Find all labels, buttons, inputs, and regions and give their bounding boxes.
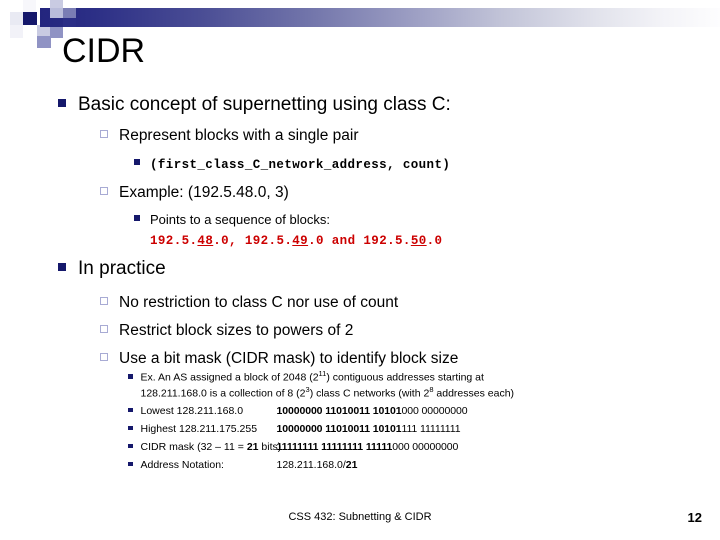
bullet-hollow-square-icon <box>100 187 108 195</box>
detail-row-highest: Highest 128.211.175.255 10000000 11010011… <box>128 423 514 435</box>
list-item-label: No restriction to class C nor use of cou… <box>119 294 399 311</box>
bullet-hollow-square-icon <box>100 130 108 138</box>
deco-square <box>37 36 51 48</box>
in-practice-list: No restriction to class C nor use of cou… <box>100 292 458 369</box>
footer-course-label: CSS 432: Subnetting & CIDR <box>288 511 432 523</box>
bullet-square-icon <box>58 99 66 107</box>
detail-row-cidr-mask: CIDR mask (32 – 11 = 21 bits)11111111 11… <box>128 441 514 453</box>
cidr-mask-bit-count: 21 <box>246 441 259 454</box>
lowest-address-label: Lowest 128.211.168.0 <box>140 405 244 418</box>
highest-address-label: Highest 128.211.175.255 <box>140 423 258 436</box>
list-item: Restrict block sizes to powers of 2 <box>100 320 458 341</box>
deco-square-overlay <box>50 8 63 18</box>
deco-square-overlay <box>63 18 76 27</box>
bullet-square-icon <box>128 425 133 431</box>
slide-footer: CSS 432: Subnetting & CIDR 12 <box>0 510 720 531</box>
example-text-line2-a: 128.211.168.0 is a collection of 8 (2 <box>140 387 306 400</box>
bullet-hollow-square-icon <box>100 297 108 305</box>
bullet-represent-blocks: Represent blocks with a single pair <box>100 125 359 146</box>
cidr-mask-label-a: CIDR mask (32 – 11 = <box>140 441 247 454</box>
cidr-example-details: Ex. An AS assigned a block of 2048 (211)… <box>128 368 514 477</box>
bullet-in-practice-label: In practice <box>78 258 166 279</box>
highest-bits-prefix: 10000000 11010011 10101 <box>276 423 402 436</box>
example-code-part1-post: .0, <box>213 234 245 248</box>
example-detail-row: Points to a sequence of blocks: <box>134 211 442 229</box>
address-notation-label: Address Notation: <box>140 459 224 472</box>
footer-page-number: 12 <box>687 510 702 525</box>
detail-row-lowest: Lowest 128.211.168.0 10000000 11010011 10… <box>128 405 514 417</box>
example-text-line2-b: ) class C networks (with 2 <box>309 387 430 400</box>
address-notation-prefix-length: 21 <box>345 459 358 472</box>
cidr-mask-bits-prefix: 11111111 11111111 11111 <box>276 441 393 454</box>
detail-row-example: Ex. An AS assigned a block of 2048 (211)… <box>128 368 514 384</box>
example-text-line2-c: addresses each) <box>433 387 515 400</box>
header-gradient-bar <box>40 8 720 27</box>
bullet-square-icon <box>128 374 133 379</box>
example-detail-label: Points to a sequence of blocks: <box>150 212 330 227</box>
example-code-part3-post: .0 <box>426 234 443 248</box>
bullet-hollow-square-icon <box>100 325 108 333</box>
bullet-square-icon <box>58 263 66 271</box>
example-code-part1-underlined: 48 <box>197 234 214 248</box>
example-text-line1-b: ) contiguous addresses starting at <box>326 371 484 384</box>
deco-square <box>10 25 23 38</box>
example-text-line1-a: Ex. An AS assigned a block of 2048 (2 <box>140 371 319 384</box>
cidr-mask-bits-suffix: 000 00000000 <box>392 441 459 454</box>
example-code-part2-underlined: 49 <box>292 234 309 248</box>
deco-square <box>50 0 63 8</box>
lowest-bits-suffix: 000 00000000 <box>401 405 468 418</box>
bullet-square-icon <box>128 461 133 467</box>
address-notation-value: 128.211.168.0/21 <box>277 459 358 471</box>
example-code-part2-post: .0 and <box>308 234 364 248</box>
example-code-row: 192.5.48.0, 192.5.49.0 and 192.5.50.0 <box>134 231 442 250</box>
deco-square <box>23 38 37 48</box>
example-code-part1-pre: 192.5. <box>150 234 198 248</box>
bullet-square-icon <box>128 407 133 413</box>
list-item-label: Restrict block sizes to powers of 2 <box>119 322 354 339</box>
deco-square <box>23 0 36 12</box>
example-code-part2-pre: 192.5. <box>244 234 293 248</box>
bullet-in-practice: In practice <box>58 256 166 281</box>
detail-row-example-cont: 128.211.168.0 is a collection of 8 (23) … <box>128 384 515 400</box>
bullet-hollow-square-icon <box>100 353 108 361</box>
code-pair-text: (first_class_C_network_address, count) <box>150 158 451 172</box>
bullet-example: Example: (192.5.48.0, 3) <box>100 182 289 203</box>
bullet-example-label: Example: (192.5.48.0, 3) <box>119 184 289 201</box>
deco-square <box>10 0 23 12</box>
example-detail-block: Points to a sequence of blocks: 192.5.48… <box>134 211 442 250</box>
deco-square-dark <box>23 12 37 25</box>
bullet-basic-concept: Basic concept of supernetting using clas… <box>58 92 451 117</box>
bullet-square-icon <box>134 215 140 221</box>
address-notation-value-a: 128.211.168.0/ <box>276 459 346 472</box>
deco-square <box>10 12 23 25</box>
bullet-square-icon <box>134 159 140 165</box>
list-item: No restriction to class C nor use of cou… <box>100 292 458 313</box>
deco-square-overlay <box>63 8 76 18</box>
example-code-part3-underlined: 50 <box>410 234 427 248</box>
list-item-label: Use a bit mask (CIDR mask) to identify b… <box>119 350 459 367</box>
cidr-mask-label: CIDR mask (32 – 11 = 21 bits) <box>140 441 282 454</box>
highest-bits-suffix: 111 11111111 <box>401 423 461 436</box>
deco-square <box>23 25 36 38</box>
code-pair-row: (first_class_C_network_address, count) <box>134 155 450 174</box>
bullet-square-icon <box>128 443 133 449</box>
bullet-represent-blocks-label: Represent blocks with a single pair <box>119 127 359 144</box>
page-title: CIDR <box>62 32 146 70</box>
bullet-basic-concept-label: Basic concept of supernetting using clas… <box>78 94 451 115</box>
example-code-part3-pre: 192.5. <box>363 234 411 248</box>
lowest-bits-prefix: 10000000 11010011 10101 <box>276 405 402 418</box>
list-item: Use a bit mask (CIDR mask) to identify b… <box>100 348 458 369</box>
detail-row-address-notation: Address Notation: 128.211.168.0/21 <box>128 459 514 471</box>
